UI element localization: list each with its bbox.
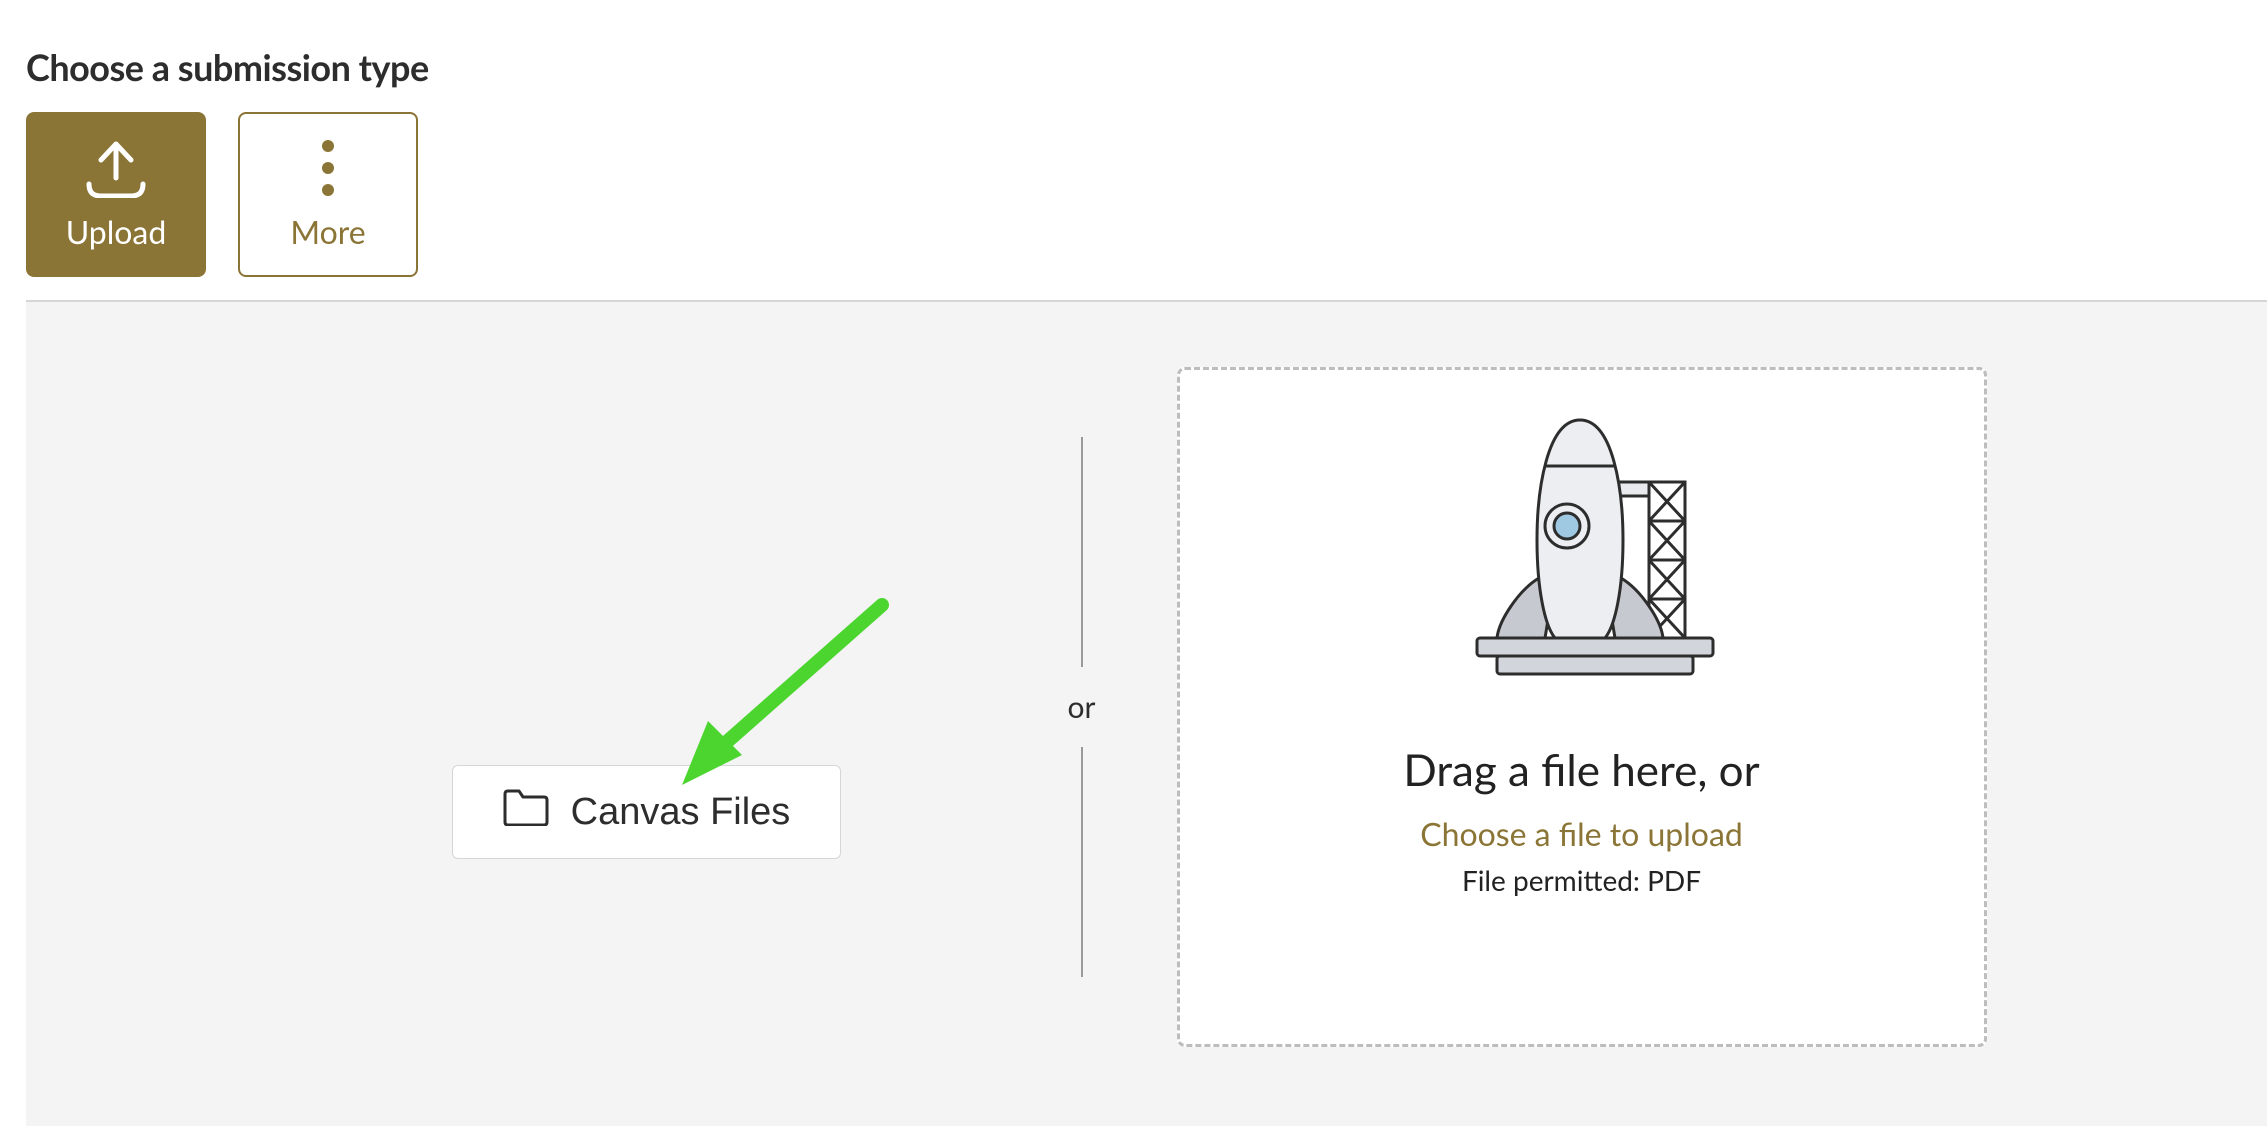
upload-icon xyxy=(81,138,151,198)
more-tab[interactable]: More xyxy=(238,112,418,277)
file-permitted-label: File permitted: PDF xyxy=(1462,863,1701,897)
dropzone-column: Drag a file here, or Choose a file to up… xyxy=(1172,367,1992,1047)
choose-file-link[interactable]: Choose a file to upload xyxy=(1420,814,1743,853)
vertical-divider-bottom xyxy=(1081,747,1083,977)
upload-tab[interactable]: Upload xyxy=(26,112,206,277)
file-dropzone[interactable]: Drag a file here, or Choose a file to up… xyxy=(1177,367,1987,1047)
rocket-illustration-icon xyxy=(1427,410,1737,710)
more-vertical-icon xyxy=(320,138,336,198)
upload-panel-inner: Canvas Files or xyxy=(26,367,2267,1047)
upload-tab-label: Upload xyxy=(66,212,167,251)
or-label: or xyxy=(1068,689,1096,725)
folder-icon xyxy=(503,788,549,836)
vertical-divider-top xyxy=(1081,437,1083,667)
canvas-files-label: Canvas Files xyxy=(571,791,791,834)
section-heading: Choose a submission type xyxy=(26,45,429,89)
more-tab-label: More xyxy=(290,212,365,251)
submission-type-tabs: Upload More xyxy=(26,112,418,277)
upload-panel: Canvas Files or xyxy=(26,302,2267,1126)
canvas-files-column: Canvas Files xyxy=(302,555,992,859)
separator-column: or xyxy=(992,417,1172,997)
dropzone-title: Drag a file here, or xyxy=(1403,744,1759,796)
submission-type-page: Choose a submission type Upload More xyxy=(0,0,2267,1126)
canvas-files-button[interactable]: Canvas Files xyxy=(452,765,842,859)
